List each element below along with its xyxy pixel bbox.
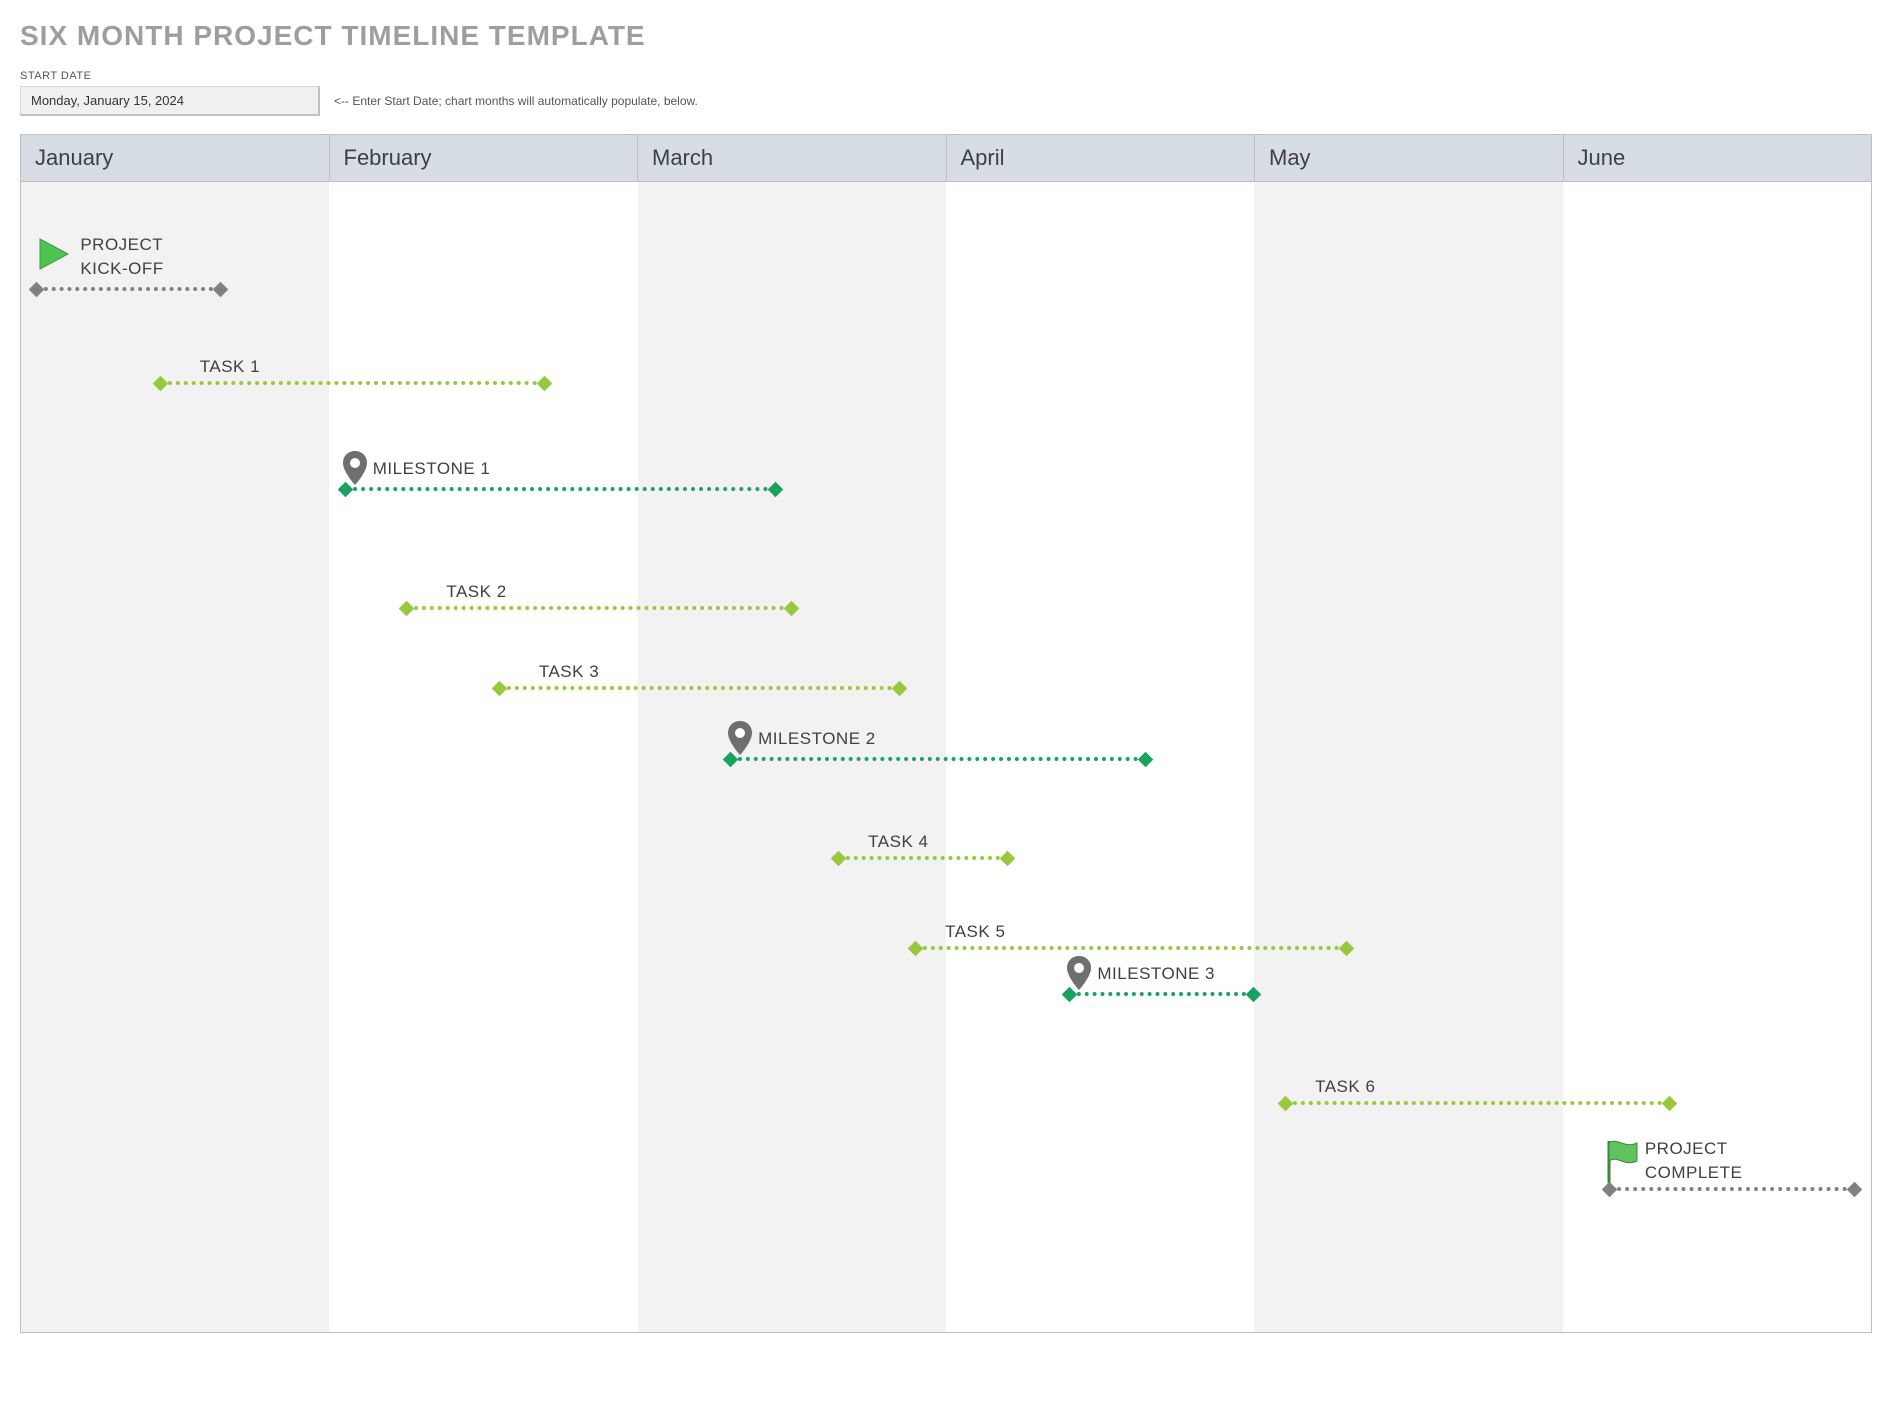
start-date-row: <-- Enter Start Date; chart months will … [20, 86, 1872, 116]
item-kickoff: PROJECT KICK-OFF [36, 287, 221, 291]
item-milestone3: MILESTONE 3 [1069, 992, 1254, 996]
task2-label: TASK 2 [446, 582, 791, 602]
month-header: January February March April May June [21, 135, 1871, 182]
month-january: January [21, 135, 330, 181]
kickoff-label-2: KICK-OFF [80, 259, 163, 279]
task1-label: TASK 1 [200, 357, 545, 377]
item-task6: TASK 6 [1285, 1077, 1670, 1105]
item-task1: TASK 1 [160, 357, 545, 385]
item-complete: PROJECT COMPLETE [1609, 1187, 1856, 1191]
item-milestone2: MILESTONE 2 [730, 757, 1146, 761]
milestone1-label: MILESTONE 1 [373, 459, 491, 479]
play-icon [34, 235, 72, 273]
milestone3-label: MILESTONE 3 [1097, 964, 1215, 984]
item-task5: TASK 5 [915, 922, 1347, 950]
task4-label: TASK 4 [868, 832, 1008, 852]
task5-label: TASK 5 [945, 922, 1347, 942]
complete-label-1: PROJECT [1645, 1139, 1743, 1159]
milestone2-label: MILESTONE 2 [758, 729, 876, 749]
start-date-hint: <-- Enter Start Date; chart months will … [334, 94, 698, 108]
item-task4: TASK 4 [838, 832, 1008, 860]
month-april: April [947, 135, 1256, 181]
item-milestone1: MILESTONE 1 [345, 487, 777, 491]
kickoff-label-1: PROJECT [80, 235, 163, 255]
month-june: June [1564, 135, 1872, 181]
task6-label: TASK 6 [1315, 1077, 1670, 1097]
item-task2: TASK 2 [406, 582, 791, 610]
page-title: SIX MONTH PROJECT TIMELINE TEMPLATE [20, 20, 1872, 52]
timeline-chart: January February March April May June PR… [20, 134, 1872, 1333]
start-date-label: START DATE [20, 70, 1872, 82]
complete-label-2: COMPLETE [1645, 1163, 1743, 1183]
month-march: March [638, 135, 947, 181]
start-date-input[interactable] [20, 86, 320, 116]
month-may: May [1255, 135, 1564, 181]
item-task3: TASK 3 [499, 662, 900, 690]
chart-body: PROJECT KICK-OFF TASK 1 MILESTONE 1 TASK… [21, 182, 1871, 1332]
month-february: February [330, 135, 639, 181]
flag-icon [1603, 1139, 1641, 1185]
task3-label: TASK 3 [539, 662, 900, 682]
